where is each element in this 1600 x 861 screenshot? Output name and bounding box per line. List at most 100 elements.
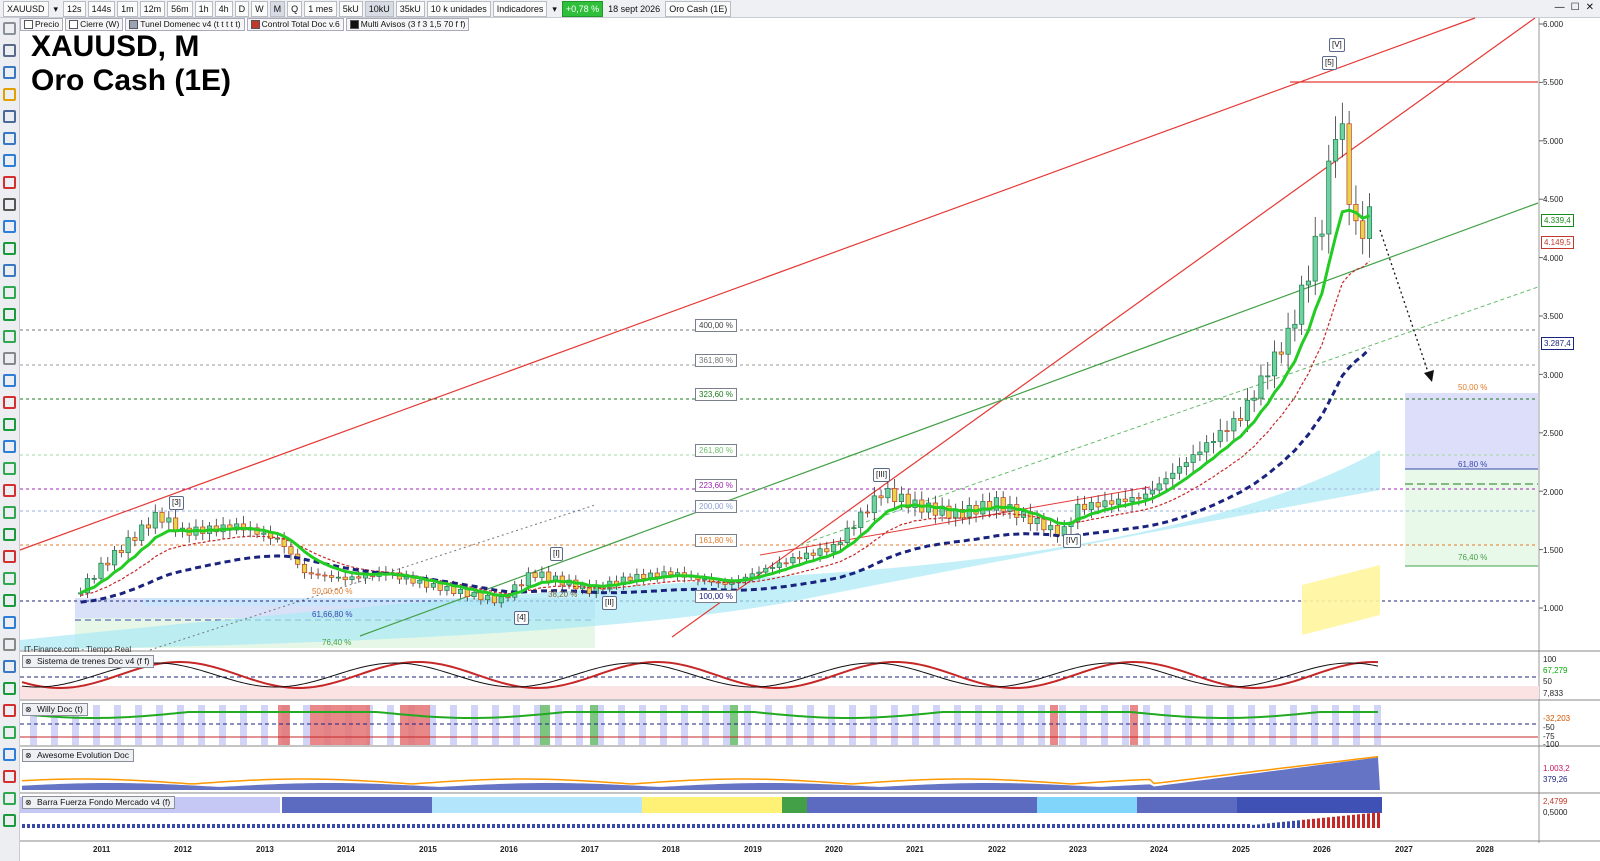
- color-swatch: [69, 19, 79, 29]
- x-tick: 2013: [256, 845, 274, 854]
- candle-body: [1095, 502, 1101, 508]
- barra-bar: [1127, 824, 1130, 828]
- elliott-wave-4: [4]: [514, 611, 529, 625]
- pane-label-trenes[interactable]: ⊗ Sistema de trenes Doc v4 (f f): [22, 655, 155, 668]
- barra-bar: [1252, 824, 1255, 828]
- data-source-label: IT-Finance.com - Tiempo Real: [24, 645, 132, 654]
- indicator-chip-tunel[interactable]: Tunel Domenec v4 (t t t t t): [125, 17, 245, 31]
- indicator-chip-multi-avisos[interactable]: Multi Avisos (3 f 3 1,5 70 f f): [345, 17, 470, 31]
- barra-bar: [487, 824, 490, 828]
- close-icon[interactable]: ⊗: [25, 797, 32, 808]
- barra-bar: [582, 824, 585, 828]
- barra-bar: [1207, 824, 1210, 828]
- candle-body: [546, 571, 552, 582]
- candle-body: [1360, 220, 1366, 239]
- candle-body: [844, 527, 850, 543]
- willy-bar: [828, 705, 835, 745]
- barra-segment: [432, 797, 512, 813]
- barra-bar: [572, 824, 575, 828]
- barra-bar: [1032, 824, 1035, 828]
- close-icon[interactable]: ⊗: [25, 750, 32, 761]
- barra-bar: [1052, 824, 1055, 828]
- barra-bar: [112, 824, 115, 828]
- barra-bar: [377, 824, 380, 828]
- indicator-chip-price[interactable]: Precio: [20, 17, 64, 31]
- barra-bar: [987, 824, 990, 828]
- barra-segment: [512, 797, 642, 813]
- x-tick: 2022: [988, 845, 1006, 854]
- pane-label-barra[interactable]: ⊗ Barra Fuerza Fondo Mercado v4 (f): [22, 796, 176, 809]
- barra-bar: [272, 824, 275, 828]
- candle-body: [1265, 375, 1271, 378]
- willy-bar: [870, 705, 877, 745]
- x-tick: 2027: [1395, 845, 1413, 854]
- candle-body: [831, 544, 837, 553]
- candle-body: [342, 576, 348, 581]
- indicator-chip-close[interactable]: Cierre (W): [65, 17, 124, 31]
- barra-bar: [457, 824, 460, 828]
- candle-body: [471, 591, 477, 598]
- barra-bar: [372, 824, 375, 828]
- willy-bar: [891, 705, 898, 745]
- barra-bar: [427, 824, 430, 828]
- candle-body: [1082, 503, 1088, 510]
- barra-bar: [737, 824, 740, 828]
- candle-body: [1346, 123, 1352, 205]
- candle-body: [349, 576, 355, 581]
- barra-bar: [127, 824, 130, 828]
- candle-body: [1292, 323, 1298, 329]
- y-tick: 1.500: [1543, 546, 1564, 555]
- barra-bar: [672, 824, 675, 828]
- candle-body: [539, 571, 545, 578]
- barra-bar: [122, 824, 125, 828]
- candle-body: [1102, 500, 1108, 508]
- trenes-black-line: [21, 662, 1379, 688]
- fib-level-161: 161,80 %: [695, 534, 737, 547]
- y-tick: 4.500: [1543, 195, 1564, 204]
- barra-bar: [1277, 822, 1280, 828]
- willy-bar: [933, 705, 940, 745]
- barra-bar: [792, 824, 795, 828]
- candle-body: [1366, 206, 1373, 239]
- barra-bar: [237, 824, 240, 828]
- price-chart[interactable]: [0, 0, 1600, 861]
- elliott-wave-III: [III]: [873, 468, 891, 482]
- pane-scale: -100: [1543, 740, 1560, 749]
- pane-label-willy[interactable]: ⊗ Willy Doc (t): [22, 703, 88, 716]
- barra-bar: [747, 824, 750, 828]
- close-icon[interactable]: ⊗: [25, 656, 32, 667]
- barra-bar: [1072, 824, 1075, 828]
- candle-body: [1170, 472, 1176, 479]
- candle-body: [776, 562, 782, 568]
- barra-bar: [837, 824, 840, 828]
- x-tick: 2025: [1232, 845, 1250, 854]
- willy-bar: [114, 705, 121, 745]
- barra-bar: [1137, 824, 1140, 828]
- barra-bar: [787, 824, 790, 828]
- color-swatch: [24, 19, 33, 29]
- candle-body: [1278, 351, 1284, 355]
- barra-bar: [1332, 816, 1335, 828]
- pane-scale: 379,26: [1543, 775, 1568, 784]
- barra-bar: [347, 824, 350, 828]
- candle-body: [878, 495, 884, 499]
- barra-bar: [492, 824, 495, 828]
- barra-bar: [187, 824, 190, 828]
- barra-bar: [212, 824, 215, 828]
- price-tag-close: 4.339,4: [1541, 214, 1574, 227]
- barra-bar: [262, 824, 265, 828]
- willy-bar: [492, 705, 499, 745]
- x-tick: 2016: [500, 845, 518, 854]
- pane-label-awesome[interactable]: ⊗ Awesome Evolution Doc: [22, 749, 134, 762]
- candle-body: [1176, 466, 1183, 474]
- barra-bar: [892, 824, 895, 828]
- barra-bar: [1342, 815, 1345, 828]
- barra-bar: [217, 824, 220, 828]
- barra-bar: [417, 824, 420, 828]
- willy-bar: [93, 705, 100, 745]
- indicator-chip-control-total[interactable]: Control Total Doc v.6: [246, 17, 344, 31]
- close-icon[interactable]: ⊗: [25, 704, 32, 715]
- barra-bar: [407, 824, 410, 828]
- candle-body: [1312, 235, 1318, 282]
- barra-bar: [297, 824, 300, 828]
